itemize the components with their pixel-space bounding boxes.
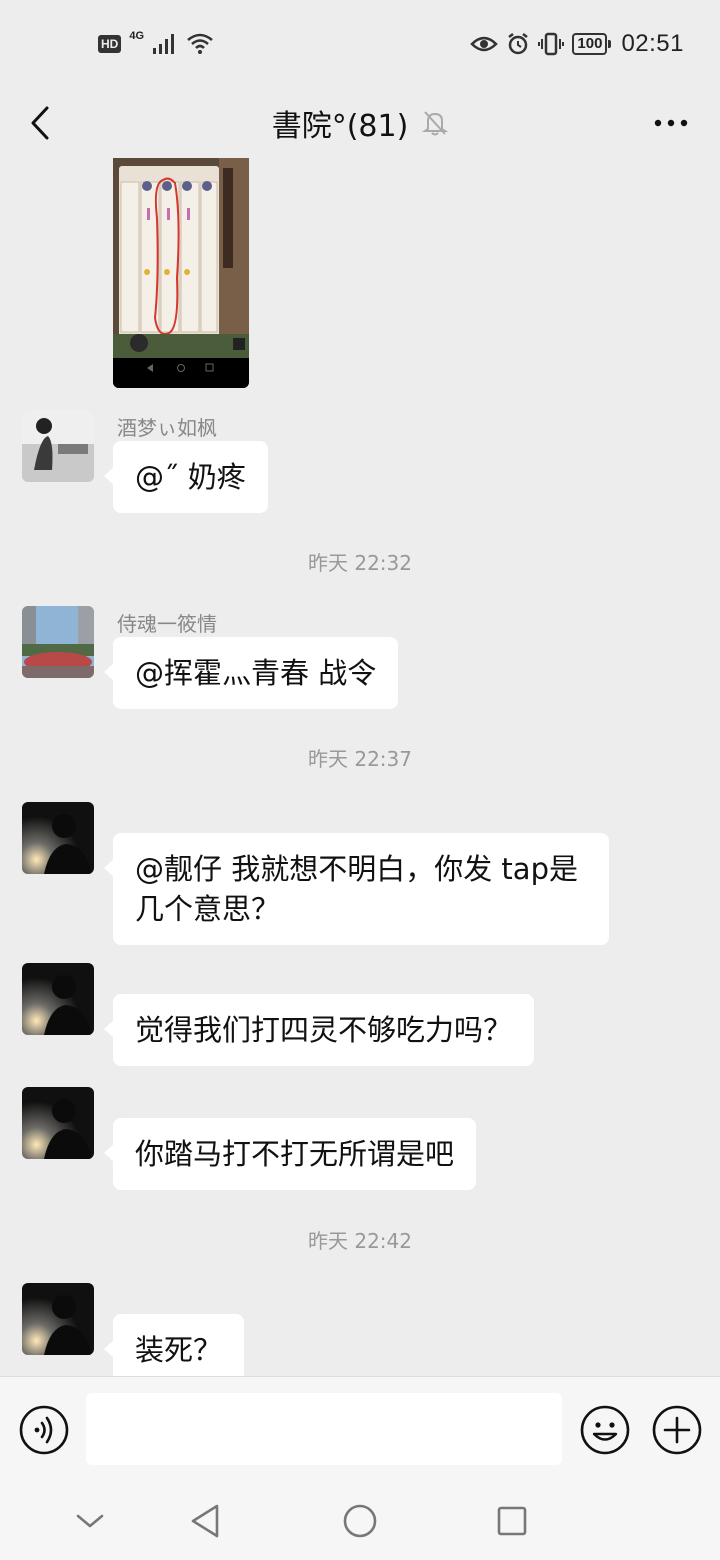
alarm-icon — [508, 33, 529, 55]
more-button[interactable] — [648, 96, 694, 150]
more-dots-icon — [654, 119, 688, 127]
avatar-image — [22, 802, 94, 874]
timestamp: 昨天 22:32 — [308, 551, 412, 575]
status-right: 100 02:51 — [470, 30, 684, 58]
emoji-icon — [580, 1405, 630, 1455]
message-input[interactable] — [86, 1393, 562, 1465]
chat-title: 書院°(81) — [271, 109, 409, 144]
network-label: 4G — [129, 30, 145, 42]
avatar-image — [22, 963, 94, 1035]
timestamp: 昨天 22:42 — [308, 1229, 412, 1253]
message-list[interactable]: 酒梦ぃ如枫 @˝ 奶疼 昨天 22:32 侍魂一筱情 @挥霍灬青春 战令 昨天 … — [0, 158, 720, 1376]
message-row: 装死？ — [0, 1283, 720, 1376]
sender-name: 酒梦ぃ如枫 — [117, 416, 217, 440]
chat-header: 書院°(81) — [0, 88, 720, 158]
avatar[interactable] — [22, 1283, 94, 1355]
wifi-icon — [187, 33, 213, 54]
message-bubble[interactable]: @挥霍灬青春 战令 — [103, 637, 399, 709]
back-triangle-icon — [191, 1504, 219, 1538]
hd-badge: HD — [98, 35, 122, 53]
message-row: 觉得我们打四灵不够吃力吗？ — [0, 963, 720, 1073]
avatar-image — [22, 410, 94, 482]
battery-indicator: 100 — [572, 33, 612, 55]
message-bubble[interactable]: 你踏马打不打无所谓是吧 — [103, 1118, 477, 1190]
plus-icon — [652, 1405, 702, 1455]
status-bar: HD 4G 100 02:51 — [0, 0, 720, 88]
timestamp: 昨天 22:37 — [308, 747, 412, 771]
vibrate-icon — [538, 32, 565, 56]
emoji-button[interactable] — [580, 1405, 630, 1455]
signal-icon — [153, 34, 175, 54]
status-time: 02:51 — [621, 30, 684, 57]
shared-screenshot[interactable] — [113, 158, 249, 388]
message-bubble[interactable]: @靓仔 我就想不明白，你发 tap是几个意思？ — [104, 833, 609, 945]
back-button[interactable] — [20, 96, 60, 150]
chevron-down-icon — [76, 1514, 104, 1528]
avatar[interactable] — [22, 1087, 94, 1159]
avatar[interactable] — [22, 802, 94, 874]
message-bubble[interactable]: 装死？ — [103, 1314, 245, 1376]
avatar[interactable] — [22, 606, 94, 678]
recents-square-icon — [497, 1506, 527, 1536]
bell-off-icon — [422, 111, 449, 136]
message-bubble[interactable]: @˝ 奶疼 — [104, 441, 268, 513]
avatar-image — [22, 606, 94, 678]
title-wrap: 書院°(81) — [272, 101, 449, 145]
input-bar — [0, 1376, 720, 1480]
system-recents-button[interactable] — [487, 1496, 537, 1546]
more-actions-button[interactable] — [652, 1405, 702, 1455]
message-row: 侍魂一筱情 @挥霍灬青春 战令 — [0, 606, 720, 726]
message-row: 酒梦ぃ如枫 @˝ 奶疼 — [0, 410, 720, 530]
system-navigation — [0, 1480, 720, 1560]
sender-name: 侍魂一筱情 — [117, 612, 217, 636]
status-left: HD 4G — [98, 30, 214, 56]
message-row: 你踏马打不打无所谓是吧 — [0, 1087, 720, 1197]
avatar-image — [22, 1283, 94, 1355]
chevron-left-icon — [31, 106, 49, 140]
avatar-image — [22, 1087, 94, 1159]
system-home-button[interactable] — [335, 1496, 385, 1546]
voice-icon — [19, 1405, 69, 1455]
hide-keyboard-button[interactable] — [65, 1496, 115, 1546]
eye-icon — [470, 36, 499, 52]
message-bubble[interactable]: 觉得我们打四灵不够吃力吗？ — [103, 994, 535, 1066]
game-screenshot-image — [113, 158, 249, 388]
message-row: @靓仔 我就想不明白，你发 tap是几个意思？ — [0, 802, 720, 945]
voice-button[interactable] — [19, 1405, 69, 1455]
avatar[interactable] — [22, 410, 94, 482]
system-back-button[interactable] — [181, 1496, 231, 1546]
home-circle-icon — [343, 1504, 377, 1538]
avatar[interactable] — [22, 963, 94, 1035]
image-message — [0, 158, 720, 388]
